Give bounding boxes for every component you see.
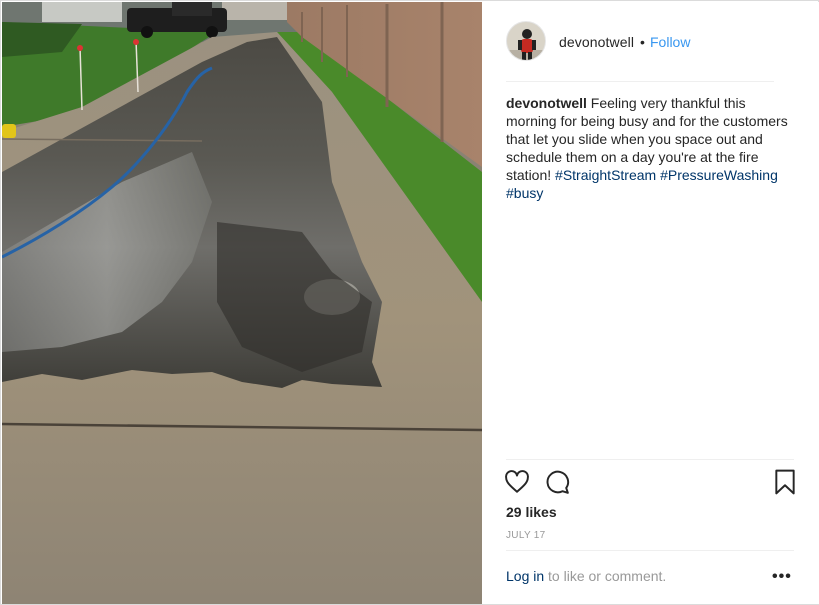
header-divider <box>506 81 774 82</box>
separator-dot: • <box>640 34 645 50</box>
hashtag-link[interactable]: #StraightStream <box>555 167 656 183</box>
caption-username[interactable]: devonotwell <box>506 95 587 111</box>
heart-icon[interactable] <box>504 469 530 495</box>
likes-count[interactable]: 29 likes <box>506 504 557 520</box>
avatar[interactable] <box>506 21 546 61</box>
avatar-image <box>507 22 545 60</box>
header-username[interactable]: devonotwell <box>559 34 634 50</box>
more-options-icon[interactable]: ••• <box>772 568 792 586</box>
post-side-panel: devonotwell • Follow devonotwell Feeling… <box>482 2 819 604</box>
login-prompt-text: to like or comment. <box>544 568 667 584</box>
comment-icon[interactable] <box>544 469 570 495</box>
hashtag-link[interactable]: #PressureWashing <box>660 167 778 183</box>
post-photo[interactable] <box>2 2 482 604</box>
bookmark-icon[interactable] <box>772 469 798 495</box>
footer-divider <box>506 550 794 551</box>
login-prompt: Log in to like or comment. <box>506 568 666 584</box>
follow-button[interactable]: Follow <box>650 34 690 50</box>
hashtag-link[interactable]: #busy <box>506 185 543 201</box>
actions-divider <box>506 459 794 460</box>
post-date[interactable]: JULY 17 <box>506 530 546 541</box>
login-link[interactable]: Log in <box>506 568 544 584</box>
post-caption: devonotwell Feeling very thankful this m… <box>506 94 796 202</box>
post-modal: devonotwell • Follow devonotwell Feeling… <box>0 0 819 605</box>
driveway-photo <box>2 2 482 604</box>
post-header: devonotwell • Follow <box>482 2 819 81</box>
